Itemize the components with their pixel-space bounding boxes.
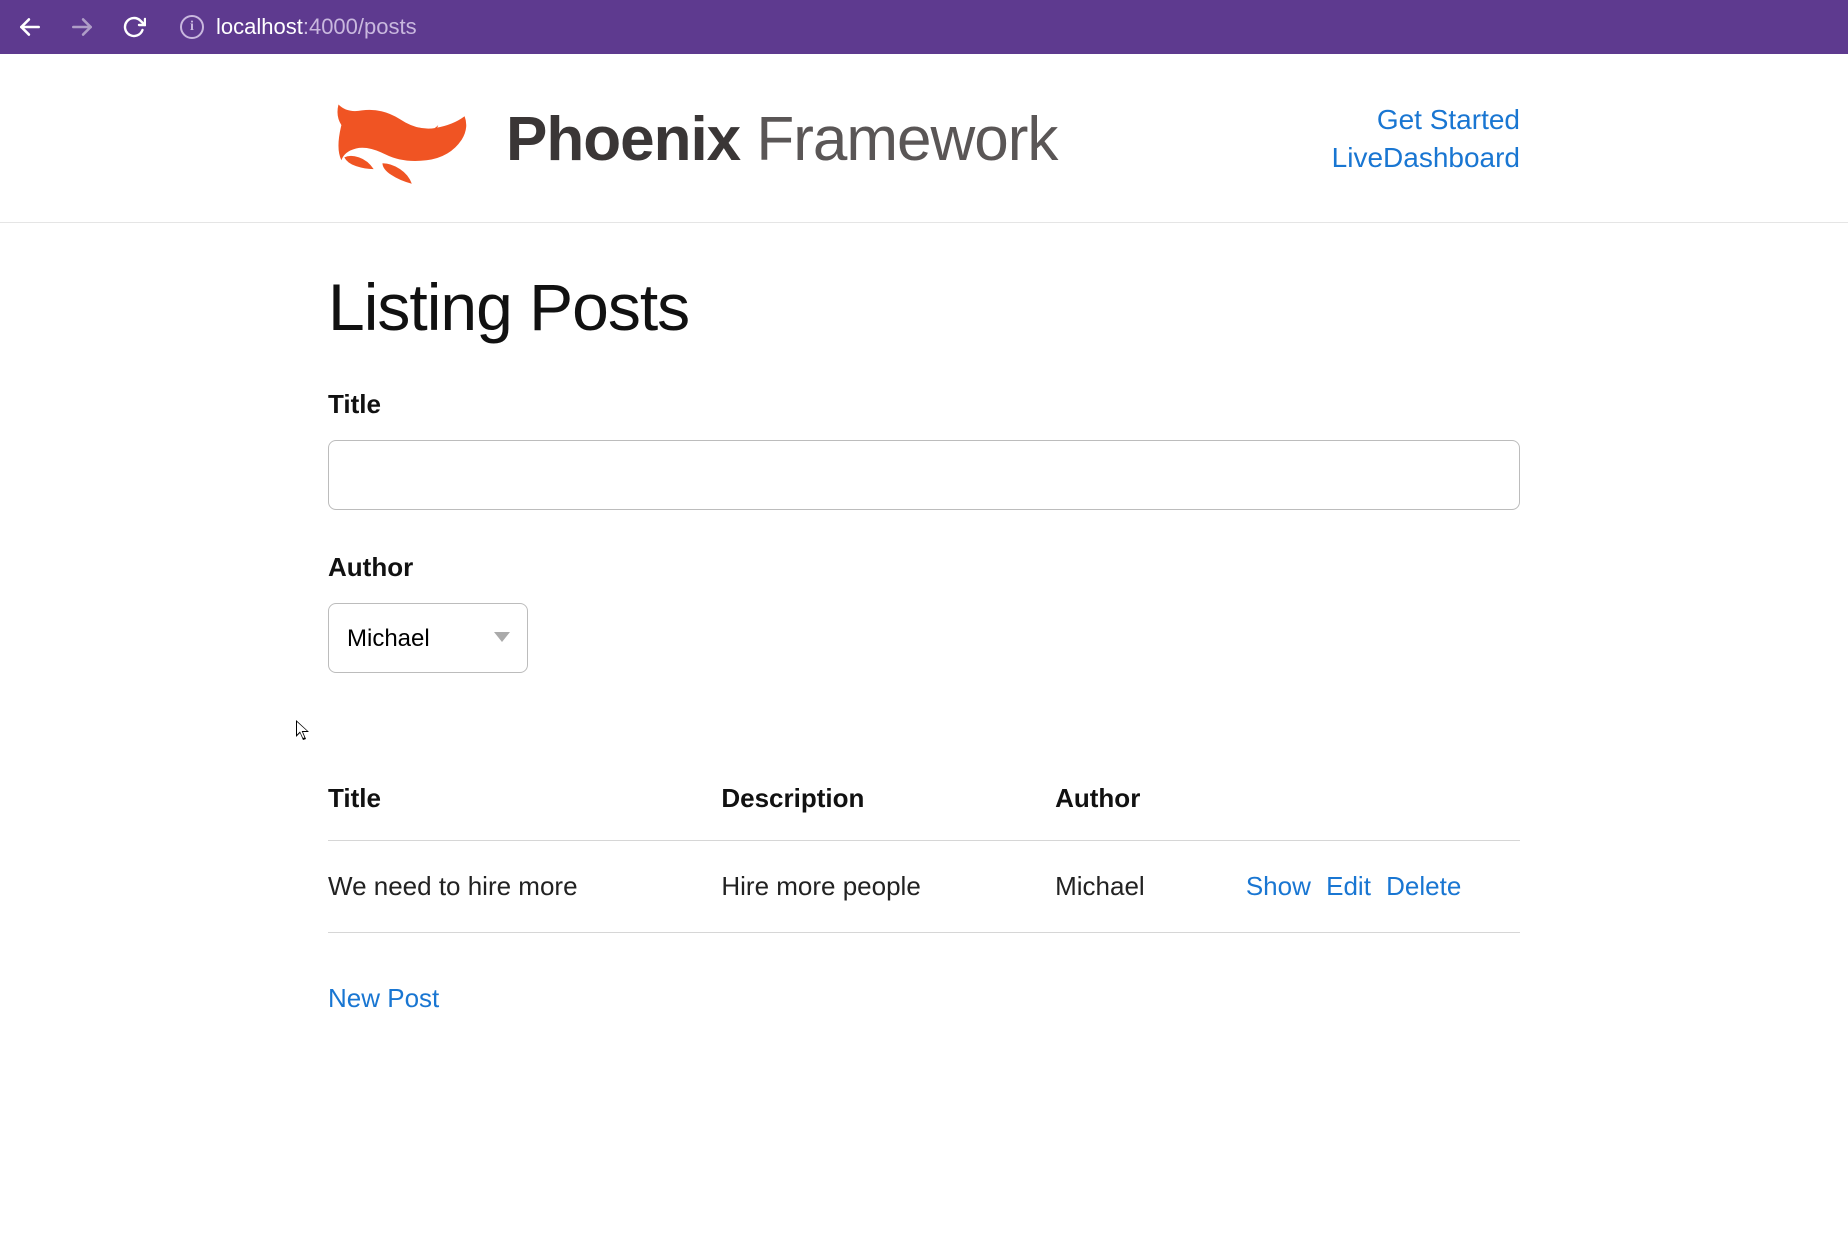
main-content: Listing Posts Title Author Michael Title…	[164, 269, 1684, 1014]
url-path: /posts	[358, 14, 417, 39]
forward-button[interactable]	[66, 11, 98, 43]
filter-form: Title Author Michael	[328, 389, 1520, 673]
table-row: We need to hire more Hire more people Mi…	[328, 841, 1520, 933]
edit-link[interactable]: Edit	[1326, 871, 1371, 901]
title-filter-input[interactable]	[328, 440, 1520, 510]
url-text: localhost:4000/posts	[216, 14, 417, 40]
logo-text: Phoenix Framework	[506, 104, 1057, 175]
get-started-link[interactable]: Get Started	[1377, 104, 1520, 136]
reload-icon	[122, 15, 146, 39]
logo[interactable]: Phoenix Framework	[328, 84, 1057, 194]
td-description: Hire more people	[721, 841, 1055, 933]
info-icon: i	[180, 15, 204, 39]
th-actions	[1246, 783, 1520, 841]
phoenix-logo-icon	[328, 84, 478, 194]
logo-text-light: Framework	[756, 105, 1057, 174]
author-filter-label: Author	[328, 552, 1520, 583]
td-title: We need to hire more	[328, 841, 721, 933]
browser-toolbar: i localhost:4000/posts	[0, 0, 1848, 54]
new-post-link[interactable]: New Post	[328, 983, 439, 1014]
header-nav: Get Started LiveDashboard	[1332, 104, 1520, 174]
url-bar[interactable]: i localhost:4000/posts	[180, 14, 417, 40]
th-description: Description	[721, 783, 1055, 841]
td-author: Michael	[1055, 841, 1246, 933]
author-filter-select[interactable]: Michael	[328, 603, 528, 673]
arrow-left-icon	[17, 14, 43, 40]
th-author: Author	[1055, 783, 1246, 841]
logo-text-bold: Phoenix	[506, 105, 740, 174]
delete-link[interactable]: Delete	[1386, 871, 1461, 901]
url-port: :4000	[303, 14, 358, 39]
td-actions: Show Edit Delete	[1246, 841, 1520, 933]
live-dashboard-link[interactable]: LiveDashboard	[1332, 142, 1520, 174]
title-filter-label: Title	[328, 389, 1520, 420]
th-title: Title	[328, 783, 721, 841]
arrow-right-icon	[69, 14, 95, 40]
reload-button[interactable]	[118, 11, 150, 43]
back-button[interactable]	[14, 11, 46, 43]
site-header: Phoenix Framework Get Started LiveDashbo…	[0, 54, 1848, 223]
table-header-row: Title Description Author	[328, 783, 1520, 841]
show-link[interactable]: Show	[1246, 871, 1311, 901]
page-title: Listing Posts	[328, 269, 1520, 345]
url-host: localhost	[216, 14, 303, 39]
posts-table: Title Description Author We need to hire…	[328, 783, 1520, 933]
